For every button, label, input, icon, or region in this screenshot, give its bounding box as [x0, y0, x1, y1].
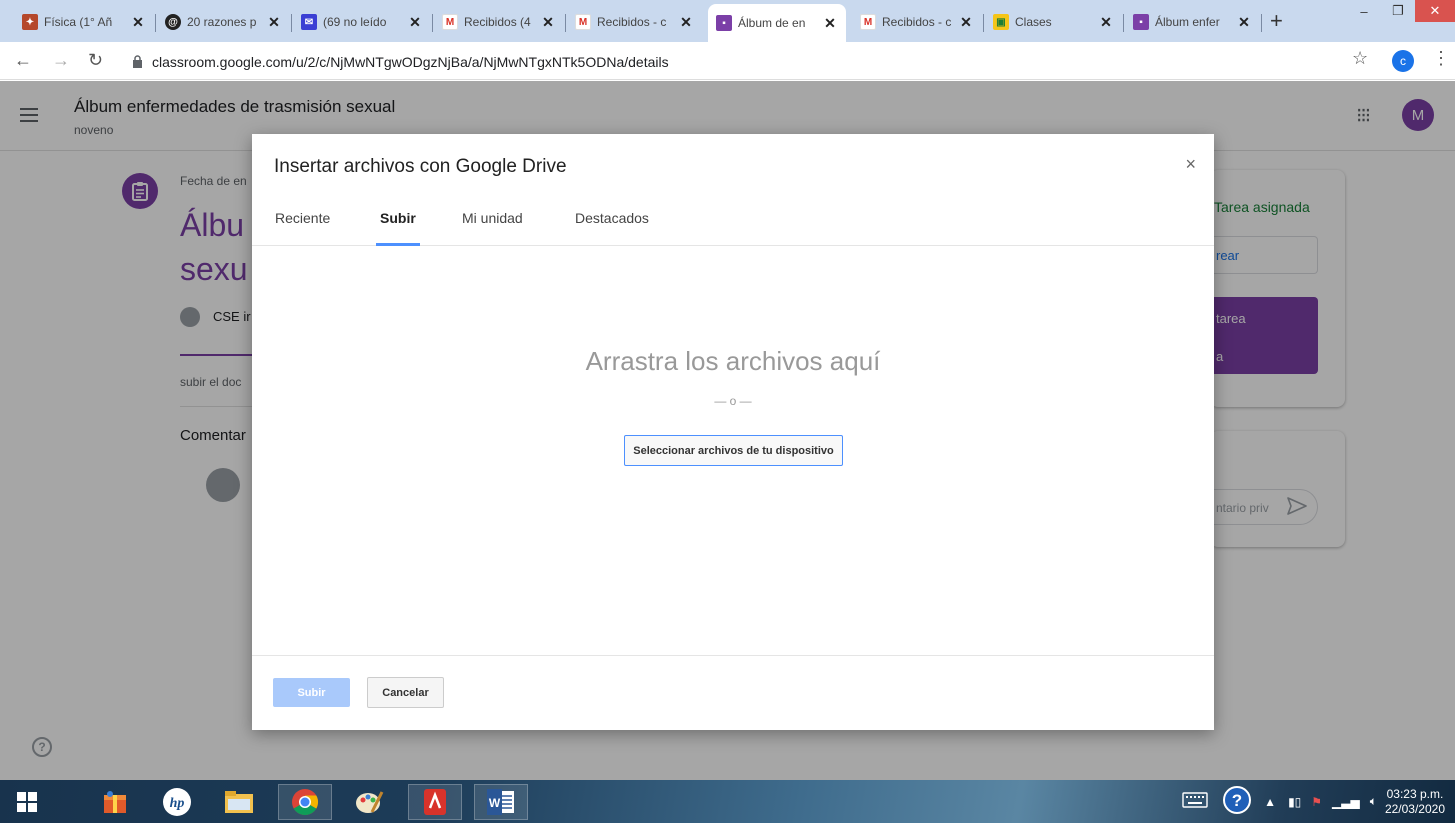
- tab-title: (69 no leído: [323, 15, 387, 29]
- classroom-favicon-icon: ▣: [993, 14, 1009, 30]
- browser-tab-strip: ✦ Física (1° Añ ✕ @ 20 razones p ✕ ✉ (69…: [0, 0, 1455, 42]
- tab-title: Física (1° Añ: [44, 15, 113, 29]
- browser-tab[interactable]: M Recibidos - c ✕: [852, 6, 982, 38]
- forward-arrow-icon[interactable]: →: [52, 50, 70, 71]
- chrome-icon[interactable]: [278, 784, 332, 820]
- school-favicon-icon: ✦: [22, 14, 38, 30]
- window-close-icon[interactable]: ✕: [1415, 0, 1455, 22]
- hp-icon[interactable]: hp: [150, 784, 204, 820]
- network-flag-icon[interactable]: ⚑: [1311, 795, 1322, 809]
- clock-date: 22/03/2020: [1384, 801, 1445, 816]
- dialog-title: Insertar archivos con Google Drive: [274, 156, 567, 177]
- paint-icon[interactable]: [342, 784, 396, 820]
- close-tab-icon[interactable]: ✕: [678, 14, 694, 31]
- svg-text:hp: hp: [170, 796, 185, 811]
- svg-text:?: ?: [1232, 791, 1242, 810]
- browser-tab[interactable]: ✉ (69 no leído ✕: [293, 6, 431, 38]
- browser-tab[interactable]: @ 20 razones p ✕: [157, 6, 290, 38]
- browser-tab[interactable]: M Recibidos - c ✕: [567, 6, 702, 38]
- back-arrow-icon[interactable]: ←: [14, 50, 32, 71]
- upload-button[interactable]: Subir: [273, 678, 350, 707]
- address-bar-row: ← → ↻ classroom.google.com/u/2/c/NjMwNTg…: [0, 42, 1455, 80]
- minimize-icon[interactable]: ‒: [1347, 0, 1381, 22]
- tab-title: Recibidos - c: [882, 15, 952, 29]
- gmail-favicon-icon: M: [575, 14, 591, 30]
- url-text: classroom.google.com/u/2/c/NjMwNTgwODgzN…: [152, 53, 669, 70]
- clock-time: 03:23 p.m.: [1386, 786, 1444, 801]
- volume-icon[interactable]: 🔈︎: [1370, 794, 1377, 809]
- restore-icon[interactable]: ❐: [1381, 0, 1415, 22]
- select-files-button[interactable]: Seleccionar archivos de tu dispositivo: [624, 435, 843, 466]
- browser-tab[interactable]: M Recibidos (4 ✕: [434, 6, 564, 38]
- svg-text:W: W: [489, 796, 501, 810]
- lock-icon: [130, 55, 144, 69]
- windows-taskbar: hp W ? ▲ ▮▯ ⚑ ▁▃▅ 🔈︎ 03:23 p.m. 22/03/20…: [0, 780, 1455, 823]
- tab-upload[interactable]: Subir: [380, 210, 416, 226]
- swirl-favicon-icon: @: [165, 14, 181, 30]
- footer-divider: [252, 655, 1214, 656]
- browser-menu-icon[interactable]: ⋮: [1432, 48, 1450, 69]
- bookmark-star-icon[interactable]: ☆: [1352, 48, 1368, 69]
- close-tab-icon[interactable]: ✕: [266, 14, 282, 31]
- tab-title: Álbum de en: [738, 16, 806, 30]
- close-tab-icon[interactable]: ✕: [540, 14, 556, 31]
- tab-title: Álbum enfer: [1155, 15, 1220, 29]
- signal-icon[interactable]: ▁▃▅: [1332, 795, 1360, 809]
- cancel-button[interactable]: Cancelar: [367, 677, 444, 708]
- browser-tab[interactable]: ▪ Álbum enfer ✕: [1125, 6, 1260, 38]
- reload-icon[interactable]: ↻: [88, 50, 103, 71]
- help-circle-icon[interactable]: ?: [1222, 785, 1252, 818]
- tab-starred[interactable]: Destacados: [575, 210, 649, 226]
- close-icon[interactable]: ×: [1185, 154, 1196, 175]
- close-tab-icon[interactable]: ✕: [822, 15, 838, 32]
- gmail-favicon-icon: M: [442, 14, 458, 30]
- classroom-assignment-favicon-icon: ▪: [1133, 14, 1149, 30]
- selected-tab-indicator: [376, 243, 420, 246]
- tab-title: Recibidos - c: [597, 15, 667, 29]
- browser-tab[interactable]: ✦ Física (1° Añ ✕: [14, 6, 154, 38]
- tab-recent[interactable]: Reciente: [275, 210, 330, 226]
- gmail-favicon-icon: M: [860, 14, 876, 30]
- tab-title: Recibidos (4: [464, 15, 531, 29]
- google-drive-picker-dialog: Insertar archivos con Google Drive × Rec…: [252, 134, 1214, 730]
- close-tab-icon[interactable]: ✕: [1098, 14, 1114, 31]
- file-explorer-icon[interactable]: [212, 784, 266, 820]
- devices-icon[interactable]: ▮▯: [1288, 795, 1301, 809]
- url-field[interactable]: classroom.google.com/u/2/c/NjMwNTgwODgzN…: [130, 48, 1370, 75]
- tab-title: 20 razones p: [187, 15, 257, 29]
- browser-profile-avatar[interactable]: c: [1392, 50, 1414, 72]
- tab-my-drive[interactable]: Mi unidad: [462, 210, 523, 226]
- word-icon[interactable]: W: [474, 784, 528, 820]
- close-tab-icon[interactable]: ✕: [1236, 14, 1252, 31]
- keyboard-icon[interactable]: [1182, 792, 1208, 811]
- new-tab-button[interactable]: +: [1270, 8, 1283, 34]
- system-tray: ? ▲ ▮▯ ⚑ ▁▃▅ 🔈︎ 03:23 p.m. 22/03/2020: [1182, 780, 1455, 823]
- show-hidden-icons-icon[interactable]: ▲: [1264, 795, 1276, 809]
- close-tab-icon[interactable]: ✕: [407, 14, 423, 31]
- tab-title: Clases: [1015, 15, 1052, 29]
- browser-tab[interactable]: ▣ Clases ✕: [985, 6, 1122, 38]
- mail-favicon-icon: ✉: [301, 14, 317, 30]
- window-controls: ‒ ❐ ✕: [1347, 0, 1455, 24]
- taskbar-clock[interactable]: 03:23 p.m. 22/03/2020: [1385, 787, 1445, 817]
- close-tab-icon[interactable]: ✕: [958, 14, 974, 31]
- or-separator: — o —: [714, 394, 752, 408]
- acrobat-icon[interactable]: [408, 784, 462, 820]
- gift-app-icon[interactable]: [88, 784, 142, 820]
- drop-zone-text: Arrastra los archivos aquí: [585, 346, 881, 376]
- browser-tab-active[interactable]: ▪ Álbum de en ✕: [708, 4, 846, 42]
- close-tab-icon[interactable]: ✕: [130, 14, 146, 31]
- windows-start-icon[interactable]: [0, 784, 54, 820]
- classroom-assignment-favicon-icon: ▪: [716, 15, 732, 31]
